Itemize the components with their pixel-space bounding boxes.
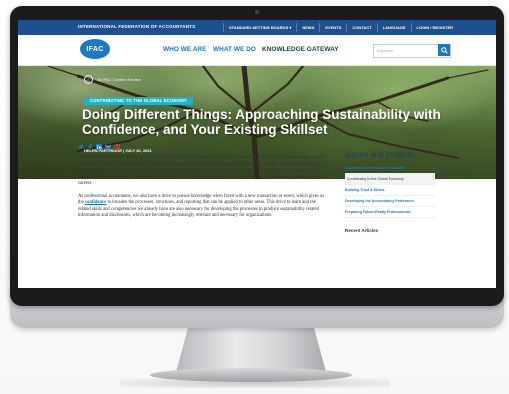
search-icon — [440, 46, 448, 54]
org-name: INTERNATIONAL FEDERATION OF ACCOUNTANTS — [78, 24, 196, 29]
search-button[interactable] — [438, 44, 450, 56]
linkedin-icon[interactable] — [96, 144, 102, 150]
paragraph-2-post: to broaden the processes, structures, an… — [78, 200, 319, 218]
sidebar-item-trust-ethics[interactable]: Building Trust & Ethics — [345, 185, 435, 196]
product-mockup-scene: INTERNATIONAL FEDERATION OF ACCOUNTANTS … — [0, 0, 509, 394]
breadcrumb: ⌂ All IFAC Content Review — [84, 75, 141, 84]
article-paragraph-1: Professional accountant's historical rol… — [78, 155, 327, 186]
breadcrumb-label[interactable]: All IFAC Content Review — [97, 77, 141, 82]
share-bar — [78, 144, 330, 150]
issues-sidebar: Issues and Insights Supporting Internati… — [345, 150, 435, 233]
util-link-login[interactable]: LOGIN / REGISTER — [410, 23, 458, 32]
util-link-language[interactable]: LANGUAGE — [376, 23, 411, 32]
monitor-screen: INTERNATIONAL FEDERATION OF ACCOUNTANTS … — [18, 20, 496, 288]
article-body: Professional accountant's historical rol… — [60, 144, 330, 226]
home-icon[interactable]: ⌂ — [84, 75, 93, 84]
main-nav: IFAC WHO WE ARE WHAT WE DO KNOWLEDGE GAT… — [18, 35, 496, 66]
nav-what-we-do[interactable]: WHAT WE DO — [213, 46, 256, 53]
search-placeholder: Keyword — [377, 48, 393, 53]
utility-bar: INTERNATIONAL FEDERATION OF ACCOUNTANTS … — [18, 20, 496, 35]
category-tag[interactable]: CONTRIBUTING TO THE GLOBAL ECONOMY — [84, 97, 193, 105]
monitor-stand-base — [150, 368, 352, 382]
util-link-events[interactable]: EVENTS — [319, 23, 346, 32]
util-link-news[interactable]: NEWS — [296, 23, 319, 32]
article-title: Doing Different Things: Approaching Sust… — [82, 107, 441, 137]
sidebar-item-standards[interactable]: Supporting International Standards — [345, 163, 435, 174]
sidebar-item-global-economy[interactable]: Contributing to the Global Economy — [345, 174, 435, 185]
ifac-logo[interactable]: IFAC — [80, 39, 110, 59]
monitor-stand-neck — [176, 328, 326, 372]
article-paragraph-2: As professional accountants, we also hav… — [78, 194, 328, 220]
confidence-link[interactable]: confidence — [85, 200, 106, 205]
twitter-icon[interactable] — [78, 144, 84, 150]
mail-icon[interactable] — [105, 144, 111, 150]
util-link-boards[interactable]: STANDARD-SETTING BOARDS ▾ — [222, 23, 296, 32]
copy-link-icon[interactable] — [114, 144, 120, 150]
nav-who-we-are[interactable]: WHO WE ARE — [163, 46, 206, 53]
nav-knowledge-gateway[interactable]: KNOWLEDGE GATEWAY — [262, 46, 339, 53]
facebook-icon[interactable] — [87, 144, 93, 150]
camera-icon — [255, 10, 259, 14]
recent-articles-heading: Recent Articles — [345, 228, 379, 233]
utility-links: STANDARD-SETTING BOARDS ▾ NEWS EVENTS CO… — [222, 23, 458, 32]
sidebar-title: Issues and Insights — [345, 150, 414, 159]
sidebar-item-future-ready[interactable]: Preparing Future-Ready Professionals — [345, 207, 435, 218]
sidebar-item-profession[interactable]: Developing the Accountancy Profession — [345, 196, 435, 207]
util-link-contact[interactable]: CONTACT — [346, 23, 376, 32]
